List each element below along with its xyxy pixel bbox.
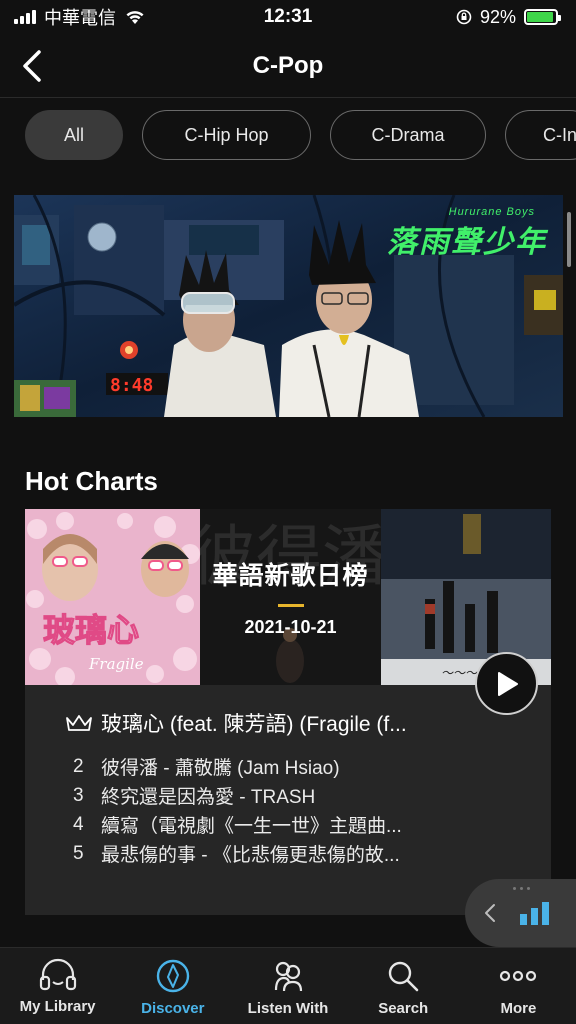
play-icon bbox=[497, 671, 518, 696]
top-track-title: 玻璃心 (feat. 陳芳語) (Fragile (f... bbox=[101, 713, 407, 736]
page-title: C-Pop bbox=[252, 51, 324, 79]
status-right: 92% bbox=[456, 6, 561, 28]
nav-header: C-Pop bbox=[0, 34, 576, 98]
chip-c-drama[interactable]: C-Drama bbox=[330, 110, 486, 160]
headphones-icon bbox=[39, 958, 76, 991]
tab-more[interactable]: More bbox=[461, 948, 576, 1024]
chart-track-list: 2 彼得潘 - 蕭敬騰 (Jam Hsiao) 3 終究還是因為愛 - TRAS… bbox=[73, 752, 463, 868]
tab-label: Discover bbox=[141, 1000, 205, 1017]
drag-handle[interactable] bbox=[513, 887, 530, 890]
cover-1-title: 玻璃心 bbox=[43, 611, 139, 649]
tab-label: Listen With bbox=[247, 1000, 329, 1017]
section-title-hot-charts: Hot Charts bbox=[25, 466, 158, 496]
listen-with-icon bbox=[274, 961, 303, 992]
mini-player-pill[interactable] bbox=[465, 879, 576, 947]
album-cover-1: 玻璃心 Fragile bbox=[25, 509, 200, 685]
top-track-row[interactable]: 玻璃心 (feat. 陳芳語) (Fragile (f... bbox=[65, 708, 465, 738]
equalizer-icon bbox=[520, 902, 549, 925]
track-title: 續寫（電視劇《一生一世》主題曲... bbox=[101, 816, 402, 837]
track-row[interactable]: 2 彼得潘 - 蕭敬騰 (Jam Hsiao) bbox=[73, 752, 463, 781]
compass-icon bbox=[156, 959, 189, 993]
cover-1-subtitle: Fragile bbox=[88, 655, 144, 673]
chevron-left-small-icon[interactable] bbox=[483, 902, 497, 924]
track-title: 彼得潘 - 蕭敬騰 (Jam Hsiao) bbox=[101, 758, 340, 779]
tab-label: My Library bbox=[19, 998, 96, 1015]
chip-c-in[interactable]: C-In bbox=[505, 110, 576, 160]
status-bar: 中華電信 12:31 92% bbox=[0, 0, 576, 34]
rotation-lock-icon bbox=[456, 9, 472, 25]
chip-label: All bbox=[63, 124, 84, 145]
battery-icon bbox=[524, 9, 561, 25]
more-dots-icon bbox=[500, 970, 537, 982]
crown-icon bbox=[66, 715, 92, 731]
scroll-indicator bbox=[567, 212, 571, 267]
carrier-name: 中華電信 bbox=[44, 8, 116, 28]
track-rank: 4 bbox=[73, 813, 84, 835]
track-rank: 2 bbox=[73, 755, 84, 777]
chart-title-overlay: 華語新歌日榜 2021-10-21 bbox=[200, 509, 381, 685]
featured-banner[interactable]: 8:48 Hururane Boys 落雨聲少年 bbox=[14, 195, 563, 417]
bottom-tab-bar: My Library Discover Listen With Search M… bbox=[0, 947, 576, 1024]
chevron-left-icon bbox=[23, 50, 41, 82]
tab-listen-with[interactable]: Listen With bbox=[230, 948, 345, 1024]
tab-my-library[interactable]: My Library bbox=[0, 948, 115, 1024]
play-button[interactable] bbox=[475, 652, 538, 715]
svg-text:8:48: 8:48 bbox=[110, 375, 153, 396]
chip-all[interactable]: All bbox=[25, 110, 123, 160]
status-left: 中華電信 bbox=[14, 4, 146, 30]
tab-discover[interactable]: Discover bbox=[115, 948, 230, 1024]
wifi-icon bbox=[126, 11, 144, 24]
genre-chip-row: All C-Hip Hop C-Drama C-In bbox=[25, 110, 576, 160]
track-rank: 5 bbox=[73, 842, 84, 864]
battery-level bbox=[527, 12, 553, 22]
chart-name: 華語新歌日榜 bbox=[212, 562, 369, 590]
back-button[interactable] bbox=[10, 44, 54, 88]
track-row[interactable]: 4 續寫（電視劇《一生一世》主題曲... bbox=[73, 810, 463, 839]
track-title: 終究還是因為愛 - TRASH bbox=[101, 787, 316, 808]
chart-divider bbox=[277, 604, 304, 607]
tab-label: Search bbox=[378, 1000, 429, 1017]
track-row[interactable]: 3 終究還是因為愛 - TRASH bbox=[73, 781, 463, 810]
tab-search[interactable]: Search bbox=[346, 948, 461, 1024]
search-icon bbox=[389, 961, 419, 992]
battery-percent: 92% bbox=[479, 6, 516, 27]
svg-text:〜〜〜: 〜〜〜 bbox=[441, 666, 478, 680]
chip-c-hip-hop[interactable]: C-Hip Hop bbox=[142, 110, 311, 160]
chart-date: 2021-10-21 bbox=[244, 617, 337, 637]
track-rank: 3 bbox=[73, 784, 84, 806]
cell-signal-icon bbox=[14, 10, 36, 24]
chip-label: C-In bbox=[543, 124, 576, 145]
track-title: 最悲傷的事 - 《比悲傷更悲傷的故... bbox=[101, 845, 400, 866]
chip-label: C-Hip Hop bbox=[184, 124, 269, 145]
tab-label: More bbox=[500, 1000, 537, 1017]
chip-label: C-Drama bbox=[371, 124, 445, 145]
track-row[interactable]: 5 最悲傷的事 - 《比悲傷更悲傷的故... bbox=[73, 839, 463, 868]
cover-1-art: 玻璃心 Fragile bbox=[25, 509, 200, 685]
banner-title: 落雨聲少年 bbox=[387, 226, 547, 259]
